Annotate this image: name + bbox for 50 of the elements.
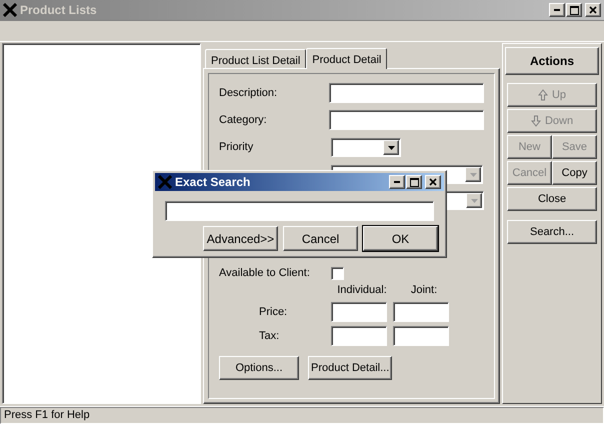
input-field[interactable] (393, 326, 449, 346)
minimize-icon (554, 9, 560, 11)
field-label: Description: (219, 86, 278, 101)
dropdown-arrow-icon (470, 172, 476, 176)
input-field[interactable] (393, 302, 449, 322)
tab[interactable]: Product List Detail (205, 49, 306, 68)
window-title: Product Lists (20, 2, 97, 19)
text-field[interactable] (328, 83, 484, 103)
action-button[interactable]: Close (507, 187, 597, 211)
close-button[interactable] (585, 3, 601, 17)
row-label: Tax: (258, 328, 280, 344)
input-field[interactable] (331, 302, 387, 322)
minimize-button[interactable] (549, 3, 565, 17)
app-icon (3, 3, 17, 17)
status-text: Press F1 for Help (0, 407, 604, 424)
down-arrow-icon (530, 115, 541, 127)
maximize-button[interactable] (566, 3, 582, 17)
app-icon (158, 175, 172, 189)
text-field[interactable] (328, 110, 484, 130)
maximize-icon (410, 178, 418, 186)
field-label: Priority (219, 140, 254, 156)
search-field[interactable] (165, 201, 434, 221)
form-button[interactable]: Product Detail... (308, 356, 392, 380)
column-header: Individual: (336, 282, 388, 298)
action-button[interactable]: Copy (552, 161, 597, 185)
input-field[interactable] (331, 326, 387, 346)
up-arrow-icon (538, 89, 548, 101)
maximize-icon (570, 6, 578, 14)
form-button[interactable]: Options... (219, 356, 299, 380)
field-label: Available to Client: (219, 266, 311, 281)
close-icon (429, 178, 437, 186)
tab[interactable]: Product Detail (306, 48, 388, 69)
action-button[interactable]: Search... (507, 220, 597, 244)
row-label: Price: (258, 304, 288, 320)
field-label: Category: (219, 112, 268, 128)
dialog-title: Exact Search (175, 174, 250, 191)
close-icon (589, 6, 597, 14)
dropdown-field[interactable] (331, 138, 401, 157)
dialog-button[interactable]: Advanced>> (203, 226, 278, 251)
maximize-button[interactable] (406, 175, 422, 189)
checkbox[interactable] (331, 266, 344, 280)
column-header: Joint: (410, 282, 438, 298)
dialog-button[interactable]: OK (363, 226, 438, 251)
dialog-button[interactable]: Cancel (283, 226, 358, 251)
dropdown-arrow-icon (470, 198, 478, 202)
dropdown-arrow-icon (388, 146, 394, 150)
minimize-icon (394, 181, 400, 183)
minimize-button[interactable] (389, 175, 405, 189)
actions-header: Actions (505, 47, 599, 75)
close-button[interactable] (425, 175, 441, 189)
